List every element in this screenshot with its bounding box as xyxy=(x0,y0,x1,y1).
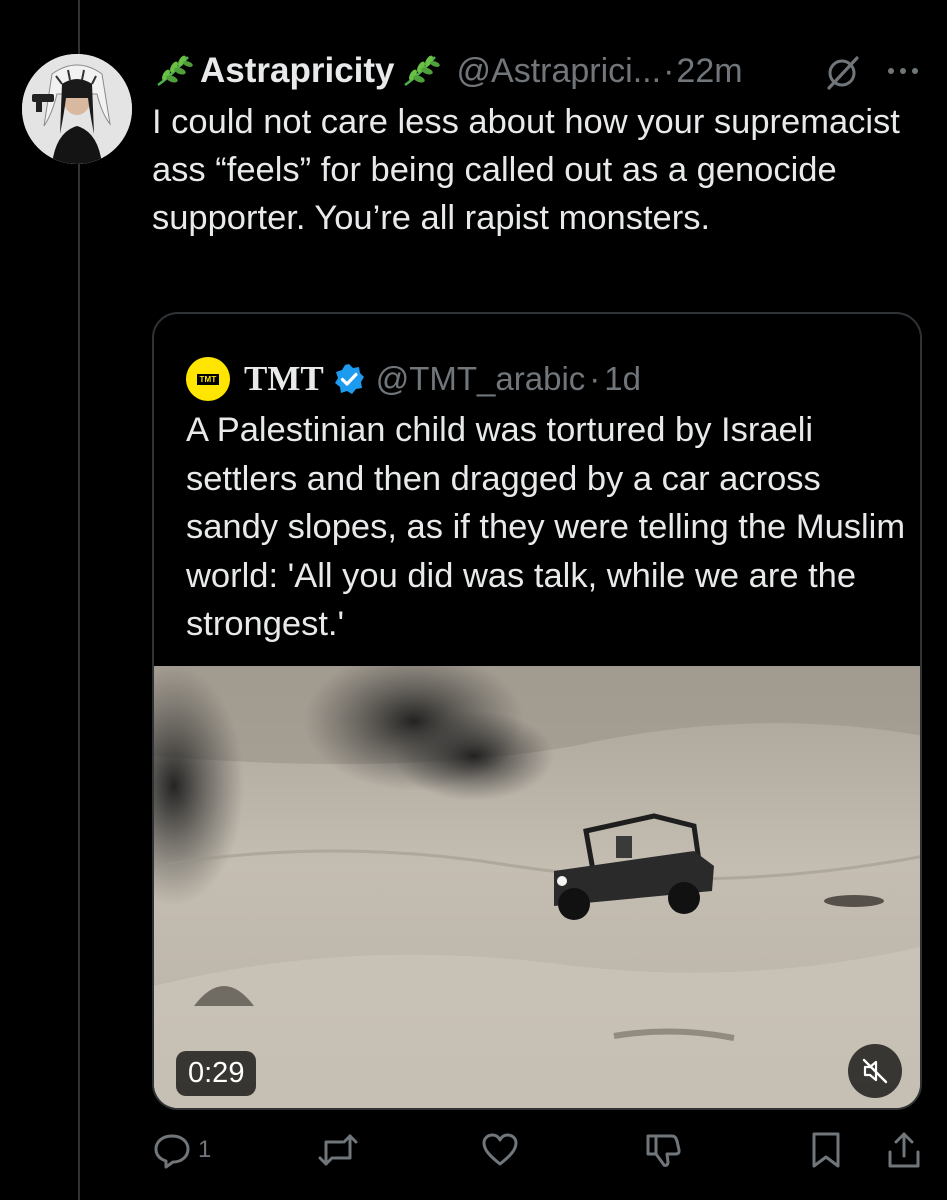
like-icon xyxy=(482,1133,518,1166)
quoted-post-header: TMT TMT @TMT_arabic · 1d xyxy=(186,354,641,404)
repost-button[interactable] xyxy=(316,1130,360,1170)
bookmark-button[interactable] xyxy=(808,1130,844,1170)
repost-icon xyxy=(318,1134,358,1166)
user-handle[interactable]: @Astraprici... xyxy=(457,52,662,91)
quoted-post[interactable]: TMT TMT @TMT_arabic · 1d A Palestinian c… xyxy=(152,312,922,1110)
video-frame xyxy=(154,666,920,1108)
post-header: Astrapricity @Astraprici... · 22m xyxy=(152,48,743,94)
downvote-button[interactable] xyxy=(642,1130,682,1170)
share-icon xyxy=(888,1132,920,1168)
reply-button[interactable]: 1 xyxy=(152,1130,211,1170)
quoted-avatar[interactable]: TMT xyxy=(186,357,230,401)
video-duration-badge: 0:29 xyxy=(176,1051,257,1096)
muted-speaker-icon xyxy=(862,1058,888,1084)
downvote-icon xyxy=(646,1134,681,1167)
quoted-timestamp[interactable]: 1d xyxy=(604,360,641,398)
herb-icon xyxy=(399,53,443,89)
bookmark-icon xyxy=(812,1132,840,1168)
quoted-display-name[interactable]: TMT xyxy=(244,359,324,399)
video-player[interactable]: 0:29 xyxy=(154,666,920,1108)
more-options-icon[interactable] xyxy=(883,56,923,86)
reply-icon xyxy=(154,1134,190,1169)
quoted-handle[interactable]: @TMT_arabic xyxy=(376,360,586,398)
post-timestamp[interactable]: 22m xyxy=(676,52,742,91)
quoted-avatar-logo: TMT xyxy=(197,373,219,385)
action-bar: 1 xyxy=(152,1130,932,1178)
grok-icon[interactable] xyxy=(823,54,861,92)
herb-icon xyxy=(152,53,196,89)
quoted-post-text: A Palestinian child was tortured by Isra… xyxy=(186,411,906,643)
thread-line xyxy=(78,0,80,1200)
separator-dot: · xyxy=(589,360,601,397)
share-button[interactable] xyxy=(884,1130,924,1170)
verified-badge-icon xyxy=(332,362,366,396)
mute-button[interactable] xyxy=(848,1044,902,1098)
post-text: I could not care less about how your sup… xyxy=(152,103,900,237)
separator-dot: · xyxy=(663,51,675,90)
avatar[interactable] xyxy=(22,54,132,164)
display-name[interactable]: Astrapricity xyxy=(200,51,395,91)
like-button[interactable] xyxy=(480,1130,520,1170)
reply-count: 1 xyxy=(198,1136,212,1163)
